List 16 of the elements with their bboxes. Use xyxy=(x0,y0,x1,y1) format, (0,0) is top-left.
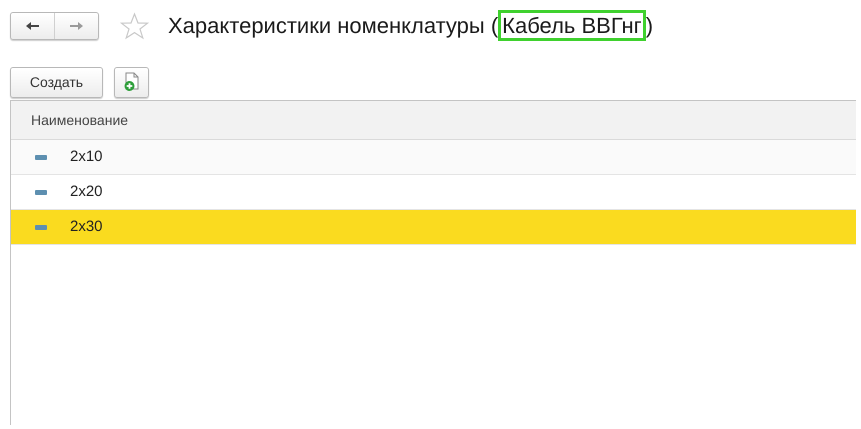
add-document-icon xyxy=(122,72,140,92)
item-icon xyxy=(35,224,47,230)
column-header[interactable]: Наименование xyxy=(31,110,128,130)
window-title: ) xyxy=(646,13,654,38)
table-cell-text: 2x10 xyxy=(70,146,103,167)
window-title: Характеристики номенклатуры ( xyxy=(168,13,498,38)
table-row[interactable]: 2x30 xyxy=(11,210,856,245)
star-icon[interactable] xyxy=(120,12,149,40)
table-cell-text: 2x20 xyxy=(70,182,103,202)
item-icon xyxy=(35,190,47,194)
table-cell-text: 2x30 xyxy=(70,216,103,237)
add-file-button[interactable] xyxy=(114,66,149,98)
create-button[interactable]: Создать xyxy=(10,66,103,98)
table-row[interactable]: 2x10 xyxy=(11,140,856,175)
item-icon xyxy=(35,154,47,160)
highlighted-title-text: Кабель ВВГнг xyxy=(498,10,646,41)
